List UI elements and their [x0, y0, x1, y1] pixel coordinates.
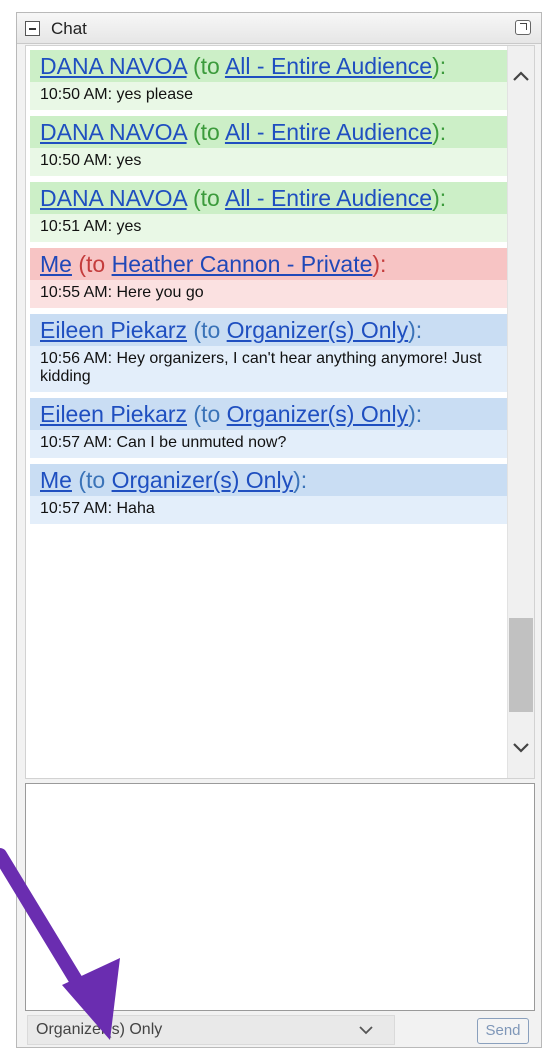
message-item: Eileen Piekarz (to Organizer(s) Only): 1… [30, 314, 508, 392]
to-prefix: (to [186, 119, 225, 145]
message-header: DANA NAVOA (to All - Entire Audience): [30, 182, 508, 214]
to-suffix: ): [372, 251, 387, 277]
to-prefix: (to [186, 185, 225, 211]
message-text: 10:57 AM: Can I be unmuted now? [30, 430, 508, 458]
recipient-selected-value: Organizer(s) Only [36, 1021, 163, 1038]
recipient-link[interactable]: Heather Cannon - Private [112, 251, 373, 277]
recipient-link[interactable]: Organizer(s) Only [227, 401, 408, 427]
sender-link[interactable]: DANA NAVOA [40, 185, 187, 211]
chat-header: Chat [17, 13, 541, 44]
to-prefix: (to [187, 401, 227, 427]
chat-panel: Chat DANA NAVOA (to All - Entire Audienc… [16, 12, 542, 1048]
recipient-link[interactable]: Organizer(s) Only [112, 467, 293, 493]
recipient-select[interactable]: Organizer(s) Only [27, 1015, 395, 1045]
sender-link[interactable]: DANA NAVOA [40, 53, 187, 79]
recipient-link[interactable]: All - Entire Audience [225, 119, 432, 145]
to-prefix: (to [186, 53, 225, 79]
to-suffix: ): [408, 401, 423, 427]
minus-box-icon[interactable] [25, 21, 40, 36]
sender-link[interactable]: DANA NAVOA [40, 119, 187, 145]
send-button[interactable]: Send [477, 1018, 529, 1044]
to-suffix: ): [432, 185, 447, 211]
message-item: Me (to Heather Cannon - Private): 10:55 … [30, 248, 508, 308]
message-header: Eileen Piekarz (to Organizer(s) Only): [30, 314, 508, 346]
scroll-thumb[interactable] [509, 618, 533, 712]
to-suffix: ): [293, 467, 308, 493]
sender-link[interactable]: Eileen Piekarz [40, 401, 187, 427]
recipient-link[interactable]: All - Entire Audience [225, 185, 432, 211]
chat-messages-area: DANA NAVOA (to All - Entire Audience): 1… [25, 45, 535, 779]
message-header: DANA NAVOA (to All - Entire Audience): [30, 116, 508, 148]
message-item: Me (to Organizer(s) Only): 10:57 AM: Hah… [30, 464, 508, 524]
to-suffix: ): [432, 53, 447, 79]
chevron-down-icon [513, 743, 529, 753]
chevron-down-icon [359, 1026, 373, 1035]
message-text: 10:56 AM: Hey organizers, I can't hear a… [30, 346, 508, 392]
message-text: 10:55 AM: Here you go [30, 280, 508, 308]
chevron-up-icon [513, 71, 529, 81]
message-item: Eileen Piekarz (to Organizer(s) Only): 1… [30, 398, 508, 458]
message-text: 10:50 AM: yes [30, 148, 508, 176]
message-list: DANA NAVOA (to All - Entire Audience): 1… [30, 50, 508, 530]
to-prefix: (to [187, 317, 227, 343]
to-suffix: ): [432, 119, 447, 145]
chat-input[interactable] [25, 783, 535, 1011]
recipient-link[interactable]: All - Entire Audience [225, 53, 432, 79]
message-header: Me (to Heather Cannon - Private): [30, 248, 508, 280]
message-item: DANA NAVOA (to All - Entire Audience): 1… [30, 50, 508, 110]
popout-icon[interactable] [515, 20, 531, 35]
scroll-up-button[interactable] [508, 56, 534, 96]
message-item: DANA NAVOA (to All - Entire Audience): 1… [30, 116, 508, 176]
message-item: DANA NAVOA (to All - Entire Audience): 1… [30, 182, 508, 242]
message-text: 10:57 AM: Haha [30, 496, 508, 524]
sender-link[interactable]: Me [40, 467, 72, 493]
message-header: Eileen Piekarz (to Organizer(s) Only): [30, 398, 508, 430]
scroll-down-button[interactable] [508, 728, 534, 768]
to-prefix: (to [71, 251, 112, 277]
to-prefix: (to [71, 467, 112, 493]
chat-title: Chat [51, 19, 87, 38]
sender-link[interactable]: Me [40, 251, 72, 277]
recipient-link[interactable]: Organizer(s) Only [227, 317, 408, 343]
message-header: DANA NAVOA (to All - Entire Audience): [30, 50, 508, 82]
to-suffix: ): [408, 317, 423, 343]
messages-scrollbar[interactable] [507, 46, 534, 778]
sender-link[interactable]: Eileen Piekarz [40, 317, 187, 343]
message-header: Me (to Organizer(s) Only): [30, 464, 508, 496]
message-text: 10:50 AM: yes please [30, 82, 508, 110]
message-text: 10:51 AM: yes [30, 214, 508, 242]
